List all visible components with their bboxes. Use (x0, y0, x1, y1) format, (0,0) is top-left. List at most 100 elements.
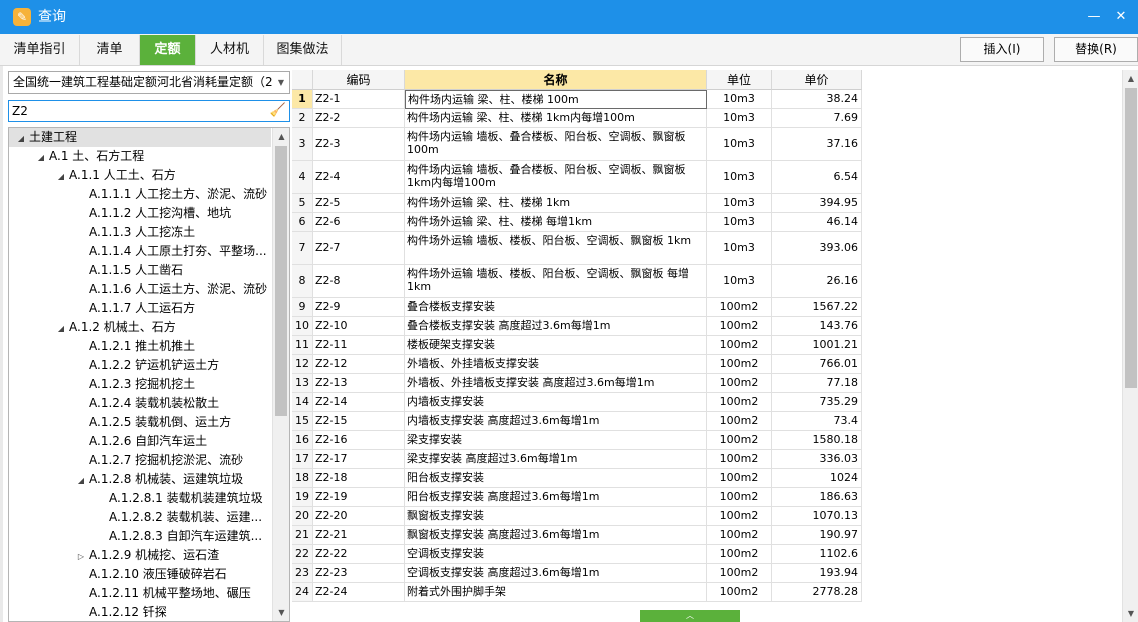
tree-node[interactable]: A.1.1.1 人工挖土方、淤泥、流砂 (9, 185, 271, 204)
cell-unit[interactable]: 100m2 (707, 526, 772, 545)
cell-name[interactable]: 楼板硬架支撑安装 (405, 336, 707, 355)
column-header-name[interactable]: 名称 (405, 70, 707, 90)
tree-node[interactable]: A.1.2.10 液压锤破碎岩石 (9, 565, 271, 584)
cell-unit[interactable]: 100m2 (707, 450, 772, 469)
cell-price[interactable]: 186.63 (772, 488, 862, 507)
cell-name[interactable]: 叠合楼板支撑安装 高度超过3.6m每增1m (405, 317, 707, 336)
cell-code[interactable]: Z2-6 (313, 213, 405, 232)
cell-code[interactable]: Z2-17 (313, 450, 405, 469)
tree-scrollbar[interactable]: ▲ ▼ (272, 128, 289, 621)
tree-node[interactable]: A.1.1.5 人工凿石 (9, 261, 271, 280)
row-number[interactable]: 1 (292, 90, 313, 109)
cell-name[interactable]: 梁支撑安装 (405, 431, 707, 450)
cell-code[interactable]: Z2-15 (313, 412, 405, 431)
row-number[interactable]: 3 (292, 128, 313, 161)
cell-name[interactable]: 构件场外运输 梁、柱、楼梯 每增1km (405, 213, 707, 232)
tree-node[interactable]: ◢ 土建工程 (9, 128, 271, 147)
cell-unit[interactable]: 10m3 (707, 213, 772, 232)
cell-name[interactable]: 构件场内运输 墙板、叠合楼板、阳台板、空调板、飘窗板 1km内每增100m (405, 161, 707, 194)
tree-node[interactable]: A.1.1.6 人工运土方、淤泥、流砂 (9, 280, 271, 299)
tab-atlas-practice[interactable]: 图集做法 (264, 35, 342, 65)
cell-name[interactable]: 构件场内运输 梁、柱、楼梯 100m (405, 90, 707, 109)
cell-code[interactable]: Z2-1 (313, 90, 405, 109)
cell-price[interactable]: 143.76 (772, 317, 862, 336)
search-input[interactable]: Z2 🧹 (8, 100, 290, 122)
grid-scroll-down-icon[interactable]: ▼ (1123, 605, 1138, 622)
cell-code[interactable]: Z2-22 (313, 545, 405, 564)
tree-expand-icon[interactable]: ◢ (55, 319, 67, 337)
cell-unit[interactable]: 100m2 (707, 298, 772, 317)
grid-scroll-thumb[interactable] (1125, 88, 1137, 388)
cell-name[interactable]: 外墙板、外挂墙板支撑安装 (405, 355, 707, 374)
cell-price[interactable]: 2778.28 (772, 583, 862, 602)
cell-code[interactable]: Z2-5 (313, 194, 405, 213)
cell-price[interactable]: 77.18 (772, 374, 862, 393)
cell-price[interactable]: 190.97 (772, 526, 862, 545)
cell-code[interactable]: Z2-8 (313, 265, 405, 298)
cell-unit[interactable]: 100m2 (707, 393, 772, 412)
cell-unit[interactable]: 10m3 (707, 109, 772, 128)
cell-unit[interactable]: 100m2 (707, 488, 772, 507)
cell-unit[interactable]: 100m2 (707, 355, 772, 374)
cell-name[interactable]: 飘窗板支撑安装 (405, 507, 707, 526)
cell-code[interactable]: Z2-7 (313, 232, 405, 265)
tab-quota[interactable]: 定额 (140, 35, 196, 65)
tree-node[interactable]: A.1.2.11 机械平整场地、碾压 (9, 584, 271, 603)
column-header-unit[interactable]: 单位 (707, 70, 772, 90)
cell-price[interactable]: 6.54 (772, 161, 862, 194)
close-icon[interactable]: ✕ (1112, 8, 1130, 26)
row-number[interactable]: 7 (292, 232, 313, 265)
clear-broom-icon[interactable]: 🧹 (269, 102, 287, 120)
tree-node[interactable]: A.1.1.2 人工挖沟槽、地坑 (9, 204, 271, 223)
cell-price[interactable]: 735.29 (772, 393, 862, 412)
cell-name[interactable]: 构件场外运输 墙板、楼板、阳台板、空调板、飘窗板 1km (405, 232, 707, 265)
cell-name[interactable]: 阳台板支撑安装 高度超过3.6m每增1m (405, 488, 707, 507)
cell-price[interactable]: 193.94 (772, 564, 862, 583)
row-number[interactable]: 11 (292, 336, 313, 355)
tree-expand-icon[interactable]: ▷ (75, 547, 87, 565)
tree-node[interactable]: A.1.1.4 人工原土打夯、平整场... (9, 242, 271, 261)
cell-price[interactable]: 1102.6 (772, 545, 862, 564)
quota-library-select[interactable]: 全国统一建筑工程基础定额河北省消耗量定额（2 ▼ (8, 71, 290, 94)
tree-node[interactable]: A.1.1.3 人工挖冻土 (9, 223, 271, 242)
tree-expand-icon[interactable]: ◢ (35, 148, 47, 166)
cell-code[interactable]: Z2-20 (313, 507, 405, 526)
chevron-down-icon[interactable]: ▼ (273, 72, 289, 93)
row-number[interactable]: 20 (292, 507, 313, 526)
cell-code[interactable]: Z2-11 (313, 336, 405, 355)
cell-unit[interactable]: 100m2 (707, 564, 772, 583)
tree-node[interactable]: A.1.2.5 装载机倒、运土方 (9, 413, 271, 432)
cell-unit[interactable]: 10m3 (707, 128, 772, 161)
cell-code[interactable]: Z2-12 (313, 355, 405, 374)
cell-name[interactable]: 叠合楼板支撑安装 (405, 298, 707, 317)
row-number[interactable]: 12 (292, 355, 313, 374)
tree-node[interactable]: A.1.2.1 推土机推土 (9, 337, 271, 356)
row-number[interactable]: 8 (292, 265, 313, 298)
cell-code[interactable]: Z2-13 (313, 374, 405, 393)
cell-name[interactable]: 内墙板支撑安装 高度超过3.6m每增1m (405, 412, 707, 431)
tree-node[interactable]: A.1.2.6 自卸汽车运土 (9, 432, 271, 451)
cell-name[interactable]: 内墙板支撑安装 (405, 393, 707, 412)
scroll-down-icon[interactable]: ▼ (273, 604, 289, 621)
row-number[interactable]: 19 (292, 488, 313, 507)
row-number[interactable]: 9 (292, 298, 313, 317)
cell-unit[interactable]: 100m2 (707, 507, 772, 526)
tree-node[interactable]: ▷ A.1.2.9 机械挖、运石渣 (9, 546, 271, 565)
row-number[interactable]: 5 (292, 194, 313, 213)
cell-price[interactable]: 46.14 (772, 213, 862, 232)
tree-node[interactable]: A.1.2.7 挖掘机挖淤泥、流砂 (9, 451, 271, 470)
cell-name[interactable]: 构件场外运输 梁、柱、楼梯 1km (405, 194, 707, 213)
cell-unit[interactable]: 100m2 (707, 469, 772, 488)
cell-unit[interactable]: 100m2 (707, 431, 772, 450)
tree-node[interactable]: A.1.2.12 钎探 (9, 603, 271, 621)
cell-name[interactable]: 飘窗板支撑安装 高度超过3.6m每增1m (405, 526, 707, 545)
cell-name[interactable]: 附着式外围护脚手架 (405, 583, 707, 602)
scroll-up-icon[interactable]: ▲ (273, 128, 289, 145)
row-number[interactable]: 4 (292, 161, 313, 194)
cell-code[interactable]: Z2-23 (313, 564, 405, 583)
cell-name[interactable]: 外墙板、外挂墙板支撑安装 高度超过3.6m每增1m (405, 374, 707, 393)
insert-button[interactable]: 插入(I) (960, 37, 1044, 62)
tree-node[interactable]: A.1.2.8.2 装载机装、运建... (9, 508, 271, 527)
cell-unit[interactable]: 100m2 (707, 374, 772, 393)
column-header-price[interactable]: 单价 (772, 70, 862, 90)
